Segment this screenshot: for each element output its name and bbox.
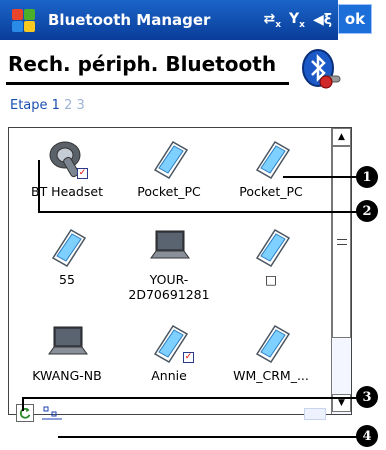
- callout-1: 1: [356, 166, 378, 188]
- pda-icon: [255, 324, 291, 364]
- device-item[interactable]: YOUR- 2D70691281: [117, 220, 221, 310]
- view-mode-icon[interactable]: [42, 406, 62, 420]
- page-header: Rech. périph. Bluetooth: [0, 40, 386, 98]
- step-current: 1: [51, 98, 60, 113]
- device-label: YOUR- 2D70691281: [128, 272, 210, 302]
- device-item[interactable]: ✓ BT Headset: [15, 132, 119, 222]
- windows-start-icon[interactable]: [6, 5, 40, 35]
- volume-icon[interactable]: ◀ξ: [313, 12, 332, 28]
- step-3[interactable]: 3: [77, 98, 85, 113]
- device-label: Pocket_PC: [137, 184, 201, 199]
- keyboard-icon[interactable]: [304, 408, 326, 420]
- callout-line-1: [283, 176, 359, 178]
- callout-4: 4: [356, 425, 378, 447]
- status-icons: ⇄x Yx ◀ξ: [263, 11, 332, 30]
- laptop-icon: [150, 230, 190, 259]
- pda-icon: [51, 228, 87, 268]
- device-item[interactable]: ✓ Annie: [117, 316, 221, 406]
- refresh-icon[interactable]: [16, 404, 34, 422]
- device-label: BT Headset: [31, 184, 103, 199]
- device-label: □: [265, 272, 277, 287]
- device-item[interactable]: □: [219, 220, 323, 310]
- callout-line-3: [22, 397, 360, 399]
- scroll-up-button[interactable]: ▲: [332, 128, 351, 146]
- step-2[interactable]: 2: [64, 98, 72, 113]
- device-grid: ✓ BT Headset Pocket_PC Pocket_PC 55 YOUR…: [9, 128, 331, 414]
- callout-3: 3: [356, 386, 378, 408]
- scroll-thumb[interactable]: [332, 146, 351, 338]
- device-label: Pocket_PC: [239, 184, 303, 199]
- device-label: WM_CRM_...: [233, 368, 309, 383]
- app-title: Bluetooth Manager: [48, 11, 211, 29]
- paired-check-icon: ✓: [183, 352, 194, 363]
- vertical-scrollbar[interactable]: ▲ ▼: [331, 128, 351, 414]
- device-label: 55: [59, 272, 75, 287]
- device-item[interactable]: 55: [15, 220, 119, 310]
- paired-check-icon: ✓: [77, 168, 88, 179]
- callout-line-4: [58, 436, 358, 438]
- ok-button[interactable]: ok: [338, 4, 372, 34]
- bluetooth-logo-icon: [302, 49, 341, 89]
- connectivity-icon[interactable]: ⇄x: [263, 11, 281, 30]
- laptop-icon: [48, 326, 88, 355]
- device-item[interactable]: Pocket_PC: [117, 132, 221, 222]
- device-list-panel: ✓ BT Headset Pocket_PC Pocket_PC 55 YOUR…: [8, 127, 352, 415]
- callout-2: 2: [356, 200, 378, 222]
- callout-line-2: [38, 211, 360, 213]
- step-label: Etape: [10, 98, 48, 113]
- pda-icon: [255, 228, 291, 268]
- bottom-toolbar: [8, 398, 352, 438]
- device-label: KWANG-NB: [32, 368, 102, 383]
- callout-vline-2: [38, 160, 40, 212]
- title-divider: [6, 82, 289, 85]
- callout-vline-3: [22, 397, 24, 411]
- grip-icon: [337, 239, 347, 245]
- pda-icon: [255, 140, 291, 180]
- wizard-steps: Etape 1 2 3: [10, 98, 85, 113]
- page-title: Rech. périph. Bluetooth: [8, 52, 277, 76]
- device-label: Annie: [151, 368, 187, 383]
- device-item[interactable]: KWANG-NB: [15, 316, 119, 406]
- device-item[interactable]: WM_CRM_...: [219, 316, 323, 406]
- signal-icon[interactable]: Yx: [289, 11, 305, 30]
- title-bar: Bluetooth Manager ⇄x Yx ◀ξ: [0, 0, 338, 40]
- pda-icon: [153, 140, 189, 180]
